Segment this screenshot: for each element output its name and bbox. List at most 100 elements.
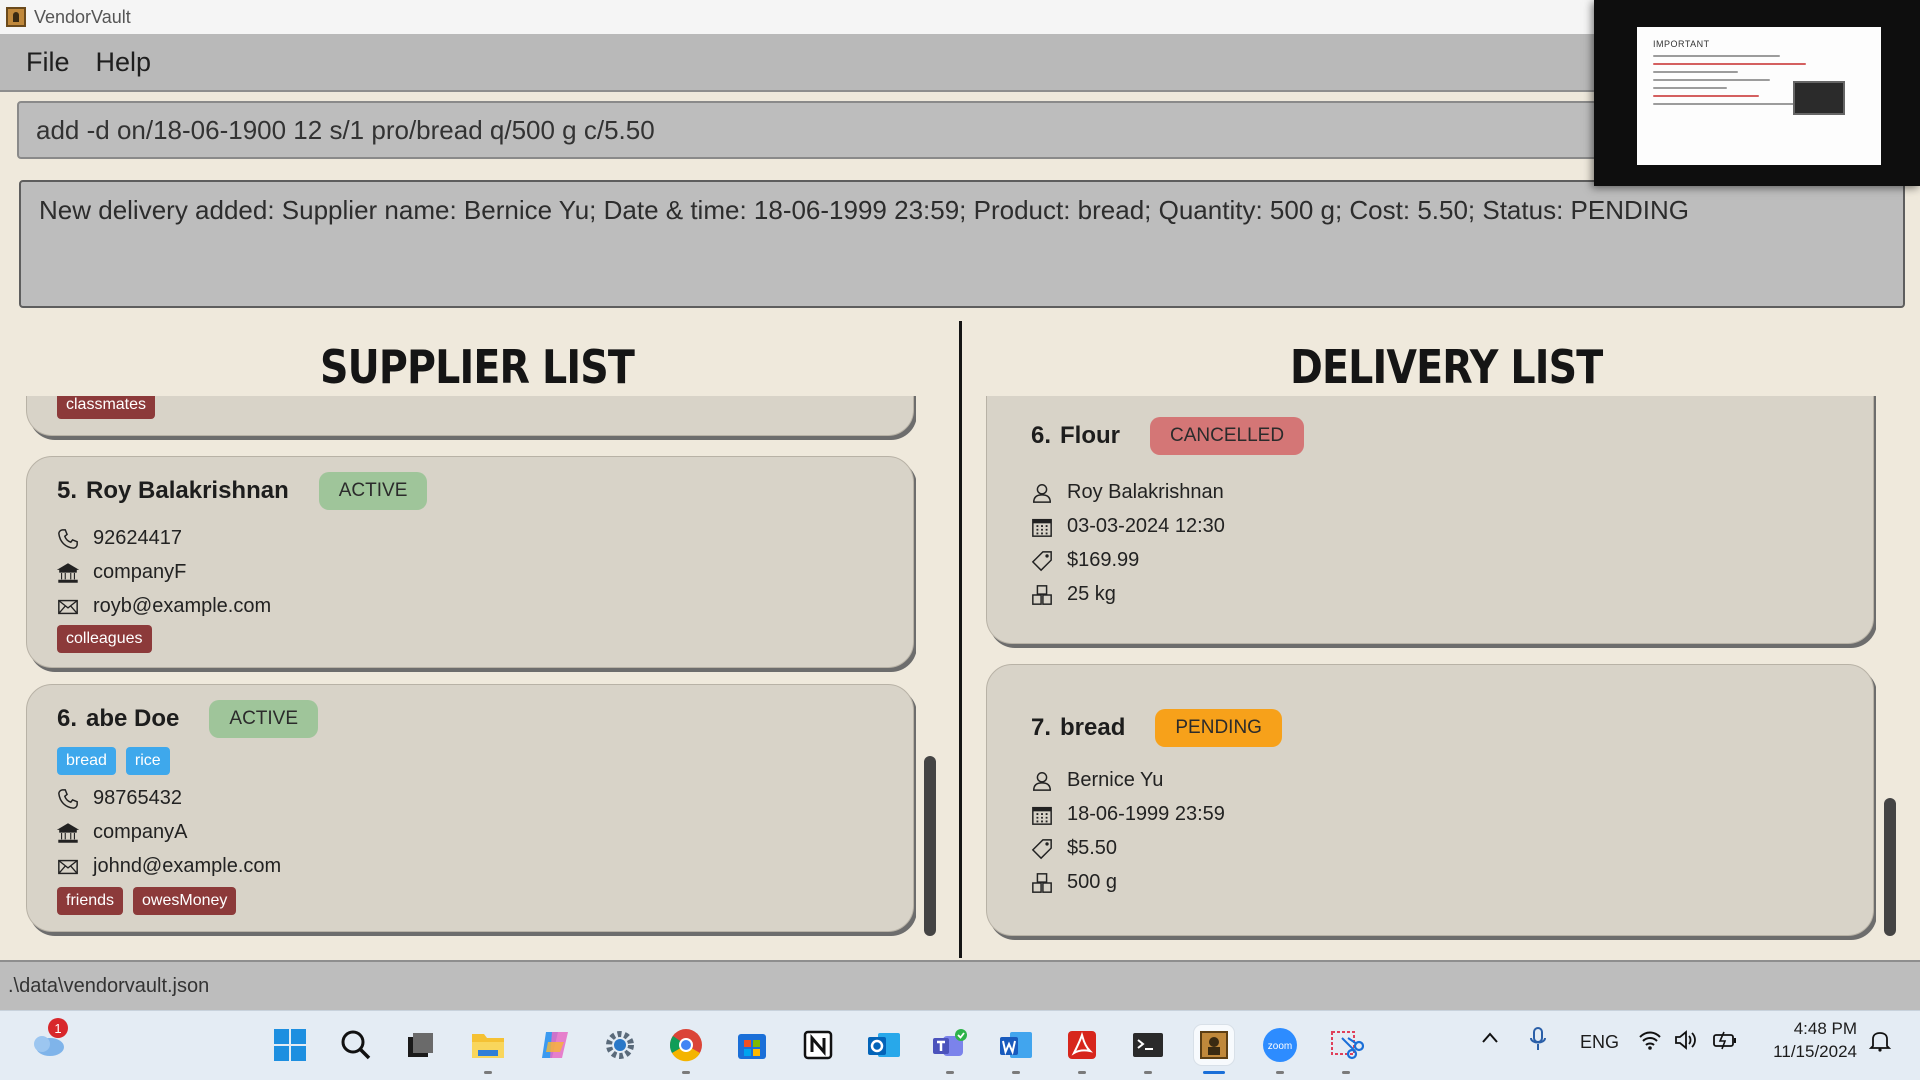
volume-icon[interactable]	[1674, 1030, 1698, 1055]
start-icon[interactable]	[270, 1025, 310, 1065]
chevron-up-icon[interactable]	[1480, 1028, 1500, 1053]
notification-badge: 1	[48, 1018, 68, 1038]
quantity-value: 25 kg	[1067, 583, 1116, 605]
word-icon[interactable]	[996, 1025, 1036, 1074]
slide-line	[1653, 87, 1728, 89]
status-badge: CANCELLED	[1150, 417, 1305, 455]
supplier-card[interactable]: classmates	[26, 396, 914, 436]
person-icon	[1031, 482, 1053, 504]
tag-badge: owesMoney	[133, 887, 237, 915]
result-display: New delivery added: Supplier name: Berni…	[19, 180, 1905, 308]
supplier-email: royb@example.com	[57, 595, 271, 618]
supplier-tags: friends owesMoney	[57, 887, 237, 915]
price-tag-icon	[1031, 838, 1053, 860]
settings-icon[interactable]	[600, 1025, 640, 1065]
supplier-list[interactable]: classmates 5. Roy Balakrishnan ACTIVE 92…	[26, 396, 916, 958]
microphone-icon[interactable]	[1528, 1026, 1548, 1057]
supplier-company: companyA	[57, 821, 188, 844]
wifi-icon[interactable]	[1638, 1030, 1662, 1055]
menu-help[interactable]: Help	[96, 47, 152, 78]
phone-icon	[57, 528, 79, 550]
supplier-index: 6.	[57, 705, 78, 732]
battery-icon[interactable]	[1712, 1030, 1738, 1055]
teams-icon[interactable]	[930, 1025, 970, 1074]
supplier-value: Bernice Yu	[1067, 769, 1164, 791]
clock-date: 11/15/2024	[1773, 1041, 1857, 1061]
terminal-icon[interactable]	[1128, 1025, 1168, 1074]
slide-line	[1653, 79, 1770, 81]
tag-badge: colleagues	[57, 625, 152, 653]
delivery-header: 7. bread PENDING	[1031, 709, 1282, 747]
datetime-value: 18-06-1999 23:59	[1067, 803, 1225, 825]
delivery-product: bread	[1060, 714, 1126, 741]
zoom-icon[interactable]: zoom	[1260, 1025, 1300, 1074]
email-value: royb@example.com	[93, 595, 272, 617]
supplier-email: johnd@example.com	[57, 855, 281, 878]
building-icon	[57, 822, 79, 844]
calendar-icon	[1031, 516, 1053, 538]
supplier-list-title: SUPPLIER LIST	[320, 340, 635, 394]
delivery-cost: $169.99	[1031, 549, 1139, 572]
taskbar-clock[interactable]: 4:48 PM 11/15/2024	[1762, 1018, 1857, 1064]
delivery-card[interactable]: 6. Flour CANCELLED Roy Balakrishnan 03-0…	[986, 396, 1874, 644]
copilot-icon[interactable]	[535, 1025, 575, 1065]
company-value: companyA	[93, 821, 188, 843]
slide-preview: IMPORTANT	[1637, 27, 1881, 165]
supplier-phone: 98765432	[57, 787, 182, 810]
tag-badge: classmates	[57, 396, 156, 419]
supplier-header: 5. Roy Balakrishnan ACTIVE	[57, 472, 428, 510]
supplier-phone: 92624417	[57, 527, 182, 550]
slide-heading: IMPORTANT	[1653, 39, 1710, 49]
email-value: johnd@example.com	[93, 855, 282, 877]
building-icon	[57, 562, 79, 584]
snipping-tool-icon[interactable]	[1326, 1025, 1366, 1074]
store-icon[interactable]	[732, 1025, 772, 1065]
person-icon	[1031, 770, 1053, 792]
delivery-list[interactable]: 6. Flour CANCELLED Roy Balakrishnan 03-0…	[986, 396, 1876, 958]
outlook-icon[interactable]	[864, 1025, 904, 1065]
supplier-name: abe Doe	[86, 705, 180, 732]
pane-divider[interactable]	[959, 321, 962, 958]
chrome-icon[interactable]	[666, 1025, 706, 1074]
file-path: .\data\vendorvault.json	[8, 974, 210, 997]
supplier-name: Roy Balakrishnan	[86, 477, 289, 504]
delivery-datetime: 03-03-2024 12:30	[1031, 515, 1225, 538]
tag-badge: friends	[57, 887, 124, 915]
supplier-scrollbar[interactable]	[924, 756, 936, 936]
company-value: companyF	[93, 561, 187, 583]
delivery-datetime: 18-06-1999 23:59	[1031, 803, 1225, 826]
status-badge: ACTIVE	[318, 472, 428, 510]
acrobat-icon[interactable]	[1062, 1025, 1102, 1074]
language-indicator[interactable]: ENG	[1580, 1032, 1619, 1053]
slide-line	[1653, 63, 1806, 65]
clock-time: 4:48 PM	[1793, 1019, 1857, 1038]
search-icon[interactable]	[336, 1025, 376, 1065]
datetime-value: 03-03-2024 12:30	[1067, 515, 1225, 537]
vendorvault-app-icon	[6, 7, 26, 27]
active-indicator	[1203, 1071, 1225, 1074]
vendorvault-taskbar-icon[interactable]	[1194, 1025, 1234, 1074]
delivery-index: 7.	[1031, 714, 1052, 741]
supplier-card[interactable]: 5. Roy Balakrishnan ACTIVE 92624417 comp…	[26, 456, 914, 668]
task-view-icon[interactable]	[400, 1025, 440, 1065]
running-indicator	[1078, 1071, 1086, 1074]
window-title: VendorVault	[34, 6, 131, 27]
delivery-supplier: Roy Balakrishnan	[1031, 481, 1224, 504]
menu-file[interactable]: File	[26, 47, 70, 78]
video-thumbnail[interactable]: IMPORTANT	[1594, 0, 1920, 186]
delivery-card[interactable]: 7. bread PENDING Bernice Yu 18-06-1999 2…	[986, 664, 1874, 936]
cost-value: $169.99	[1067, 549, 1140, 571]
delivery-quantity: 25 kg	[1031, 583, 1116, 606]
status-bar: .\data\vendorvault.json	[0, 960, 1920, 1010]
running-indicator	[946, 1071, 954, 1074]
supplier-products: bread rice	[57, 747, 170, 775]
notification-icon[interactable]	[1868, 1030, 1892, 1057]
notion-icon[interactable]	[798, 1025, 838, 1065]
mail-icon	[57, 856, 79, 878]
supplier-card[interactable]: 6. abe Doe ACTIVE bread rice 98765432 co…	[26, 684, 914, 932]
delivery-scrollbar[interactable]	[1884, 798, 1896, 936]
quantity-value: 500 g	[1067, 871, 1118, 893]
running-indicator	[1342, 1071, 1350, 1074]
running-indicator	[682, 1071, 690, 1074]
file-explorer-icon[interactable]	[468, 1025, 508, 1074]
